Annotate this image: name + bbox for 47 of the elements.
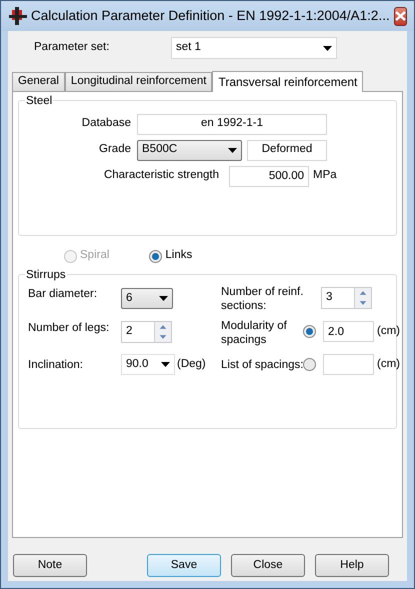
app-icon bbox=[9, 7, 27, 25]
grade-label: Grade bbox=[98, 142, 132, 158]
legs-field[interactable]: 2 bbox=[121, 321, 172, 343]
radio-label: Links bbox=[165, 248, 192, 264]
dialog-button[interactable]: Close bbox=[231, 554, 305, 577]
list-of-spacings-label: List of spacings: bbox=[221, 358, 304, 373]
modularity-field[interactable]: 2.0 bbox=[323, 321, 374, 342]
tab[interactable]: Longitudinal reinforcement bbox=[64, 72, 212, 91]
window-title: Calculation Parameter Definition - EN 1992-1-1:2004/A1:2... bbox=[31, 6, 390, 25]
strength-label: Characteristic strength bbox=[102, 168, 220, 184]
legs-label: Number of legs: bbox=[28, 321, 110, 336]
list-of-spacings-field[interactable] bbox=[323, 354, 374, 375]
database-label: Database bbox=[80, 116, 132, 132]
dropdown-arrow-icon bbox=[228, 148, 237, 152]
dropdown-arrow-icon bbox=[161, 362, 170, 367]
bar-diameter-dropdown[interactable]: 6 bbox=[121, 288, 173, 309]
sections-label: Number of reinf. sections: bbox=[221, 285, 304, 313]
unit-label: (cm) bbox=[377, 356, 400, 372]
strength-field[interactable]: 500.00 bbox=[229, 166, 309, 186]
modularity-label: Modularity of spacings bbox=[221, 319, 288, 347]
parameter-set-label: Parameter set: bbox=[34, 40, 110, 56]
dropdown-arrow-icon bbox=[323, 46, 332, 50]
unit-label: (Deg) bbox=[177, 356, 206, 372]
inclination-dropdown[interactable]: 90.0 bbox=[121, 354, 175, 375]
unit-label: (cm) bbox=[377, 324, 400, 339]
radio-label: Spiral bbox=[80, 248, 110, 264]
unit-label: MPa bbox=[313, 168, 337, 184]
radio-button[interactable] bbox=[149, 250, 162, 262]
spinner-buttons[interactable] bbox=[154, 322, 171, 342]
sections-field[interactable]: 3 bbox=[321, 287, 372, 309]
close-button[interactable] bbox=[394, 6, 407, 26]
spinner-buttons[interactable] bbox=[354, 288, 371, 308]
dialog-button[interactable]: Help bbox=[315, 554, 389, 577]
inclination-label: Inclination: bbox=[28, 358, 84, 373]
close-icon bbox=[394, 11, 406, 21]
grade-dropdown[interactable]: B500C bbox=[137, 140, 242, 160]
tab[interactable]: Transversal reinforcement bbox=[212, 71, 364, 92]
dialog-button[interactable]: Save bbox=[147, 554, 221, 577]
database-field: en 1992-1-1 bbox=[137, 114, 327, 134]
parameter-set-dropdown[interactable]: set 1 bbox=[171, 37, 337, 59]
dialog-button[interactable]: Note bbox=[13, 554, 87, 577]
bar-diameter-label: Bar diameter: bbox=[28, 287, 98, 302]
dropdown-arrow-icon bbox=[159, 296, 168, 301]
surface-field: Deformed bbox=[247, 140, 327, 160]
radio-button[interactable] bbox=[303, 325, 316, 338]
radio-button[interactable] bbox=[303, 358, 316, 371]
tab[interactable]: General bbox=[12, 72, 65, 91]
